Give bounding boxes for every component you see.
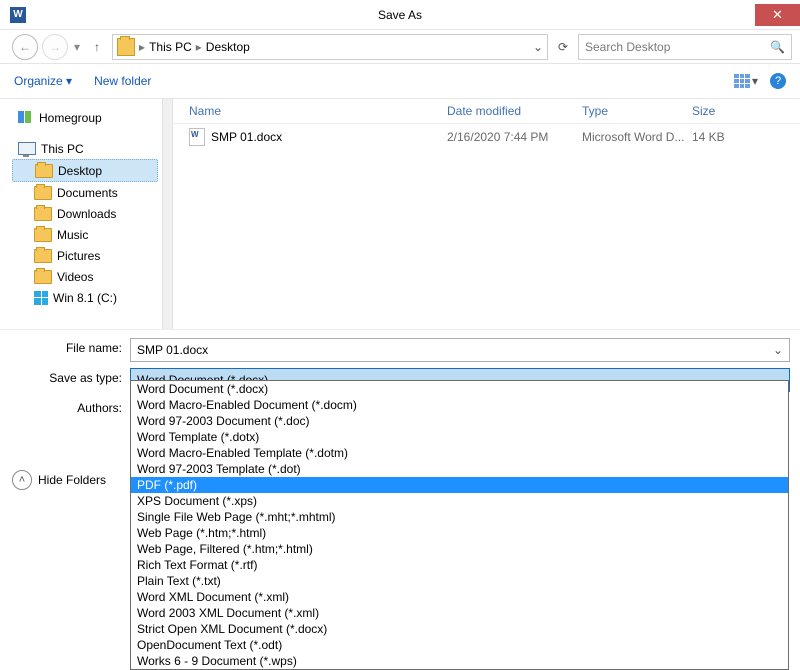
search-input[interactable]: Search Desktop 🔍: [578, 34, 792, 60]
type-option[interactable]: Word Document (*.docx): [131, 381, 788, 397]
sidebar-item-drive-c[interactable]: Win 8.1 (C:): [12, 287, 158, 308]
splitter[interactable]: [162, 99, 173, 329]
help-button[interactable]: ?: [770, 73, 786, 89]
address-dropdown-icon[interactable]: ⌄: [533, 40, 543, 54]
folder-icon: [34, 207, 52, 221]
type-option[interactable]: OpenDocument Text (*.odt): [131, 637, 788, 653]
save-as-type-label: Save as type:: [0, 368, 130, 392]
close-button[interactable]: ✕: [755, 4, 800, 26]
sidebar-label: Downloads: [57, 207, 116, 221]
refresh-button[interactable]: ⟳: [552, 40, 574, 54]
file-name: SMP 01.docx: [211, 130, 282, 144]
word-app-icon: W: [10, 7, 26, 23]
sidebar-item-music[interactable]: Music: [12, 224, 158, 245]
window-title: Save As: [0, 8, 800, 22]
type-option[interactable]: Strict Open XML Document (*.docx): [131, 621, 788, 637]
toolbar: Organize ▾ New folder ▾ ?: [0, 64, 800, 99]
filename-value: SMP 01.docx: [137, 343, 208, 357]
sidebar-label: Pictures: [57, 249, 100, 263]
type-option[interactable]: Rich Text Format (*.rtf): [131, 557, 788, 573]
recent-locations-button[interactable]: ▾: [74, 40, 80, 54]
titlebar: W Save As ✕: [0, 0, 800, 30]
word-doc-icon: [189, 128, 205, 146]
filename-label: File name:: [0, 338, 130, 362]
body-area: Homegroup This PC Desktop Documents Down…: [0, 99, 800, 329]
folder-icon: [34, 270, 52, 284]
navigation-bar: ← → ▾ ↑ ▸ This PC ▸ Desktop ⌄ ⟳ Search D…: [0, 30, 800, 64]
list-item[interactable]: SMP 01.docx 2/16/2020 7:44 PM Microsoft …: [173, 124, 800, 150]
file-list: Name Date modified Type Size SMP 01.docx…: [173, 99, 800, 329]
breadcrumb-leaf[interactable]: Desktop: [206, 40, 250, 54]
folder-icon: [117, 38, 135, 56]
view-options-button[interactable]: ▾: [734, 74, 758, 88]
up-button[interactable]: ↑: [86, 36, 108, 58]
type-option[interactable]: Word Macro-Enabled Template (*.dotm): [131, 445, 788, 461]
column-headers: Name Date modified Type Size: [173, 99, 800, 124]
folder-icon: [34, 186, 52, 200]
type-option[interactable]: Web Page, Filtered (*.htm;*.html): [131, 541, 788, 557]
sidebar-label: Documents: [57, 186, 118, 200]
back-button[interactable]: ←: [12, 34, 38, 60]
type-option[interactable]: Single File Web Page (*.mht;*.mhtml): [131, 509, 788, 525]
folder-icon: [34, 228, 52, 242]
sidebar-item-downloads[interactable]: Downloads: [12, 203, 158, 224]
search-icon: 🔍: [770, 40, 785, 54]
type-option[interactable]: Word 97-2003 Document (*.doc): [131, 413, 788, 429]
file-type: Microsoft Word D...: [582, 130, 692, 144]
authors-label: Authors:: [0, 398, 130, 415]
file-date: 2/16/2020 7:44 PM: [447, 130, 582, 144]
hide-folders-label: Hide Folders: [38, 473, 106, 487]
windows-icon: [34, 291, 48, 305]
type-option[interactable]: Word Template (*.dotx): [131, 429, 788, 445]
folder-icon: [35, 164, 53, 178]
sidebar-label: Homegroup: [39, 111, 102, 125]
sidebar-label: Videos: [57, 270, 93, 284]
search-placeholder: Search Desktop: [585, 40, 670, 54]
type-option[interactable]: XPS Document (*.xps): [131, 493, 788, 509]
sidebar-label: Win 8.1 (C:): [53, 291, 117, 305]
col-type[interactable]: Type: [582, 104, 692, 118]
chevron-up-icon: ˄: [12, 470, 32, 490]
sidebar-item-pictures[interactable]: Pictures: [12, 245, 158, 266]
type-option[interactable]: PDF (*.pdf): [131, 477, 788, 493]
hide-folders-button[interactable]: ˄ Hide Folders: [12, 470, 106, 490]
type-option[interactable]: Word 2003 XML Document (*.xml): [131, 605, 788, 621]
chevron-right-icon: ▸: [139, 40, 145, 54]
navigation-pane: Homegroup This PC Desktop Documents Down…: [0, 99, 162, 329]
sidebar-item-homegroup[interactable]: Homegroup: [12, 107, 158, 128]
type-option[interactable]: Word Macro-Enabled Document (*.docm): [131, 397, 788, 413]
type-option[interactable]: Word XML Document (*.xml): [131, 589, 788, 605]
save-as-dialog: W Save As ✕ ← → ▾ ↑ ▸ This PC ▸ Desktop …: [0, 0, 800, 656]
address-bar[interactable]: ▸ This PC ▸ Desktop ⌄: [112, 34, 548, 60]
type-option[interactable]: Works 6 - 9 Document (*.wps): [131, 653, 788, 669]
view-grid-icon: [734, 74, 750, 88]
breadcrumb-root[interactable]: This PC: [149, 40, 192, 54]
sidebar-item-desktop[interactable]: Desktop: [12, 159, 158, 182]
homegroup-icon: [18, 111, 34, 125]
type-option[interactable]: Word 97-2003 Template (*.dot): [131, 461, 788, 477]
sidebar-item-videos[interactable]: Videos: [12, 266, 158, 287]
filename-input[interactable]: SMP 01.docx ⌄: [130, 338, 790, 362]
col-size[interactable]: Size: [692, 104, 800, 118]
sidebar-item-thispc[interactable]: This PC: [12, 138, 158, 159]
col-date[interactable]: Date modified: [447, 104, 582, 118]
col-name[interactable]: Name: [173, 104, 447, 118]
file-size: 14 KB: [692, 130, 800, 144]
folder-icon: [34, 249, 52, 263]
sidebar-label: Desktop: [58, 164, 102, 178]
type-option[interactable]: Web Page (*.htm;*.html): [131, 525, 788, 541]
chevron-down-icon[interactable]: ⌄: [773, 343, 783, 357]
save-as-type-dropdown[interactable]: Word Document (*.docx)Word Macro-Enabled…: [130, 380, 789, 670]
organize-menu[interactable]: Organize ▾: [14, 74, 72, 88]
sidebar-label: Music: [57, 228, 88, 242]
forward-button[interactable]: →: [42, 34, 68, 60]
sidebar-item-documents[interactable]: Documents: [12, 182, 158, 203]
type-option[interactable]: Plain Text (*.txt): [131, 573, 788, 589]
sidebar-label: This PC: [41, 142, 84, 156]
chevron-right-icon: ▸: [196, 40, 202, 54]
new-folder-button[interactable]: New folder: [94, 74, 151, 88]
pc-icon: [18, 142, 36, 155]
